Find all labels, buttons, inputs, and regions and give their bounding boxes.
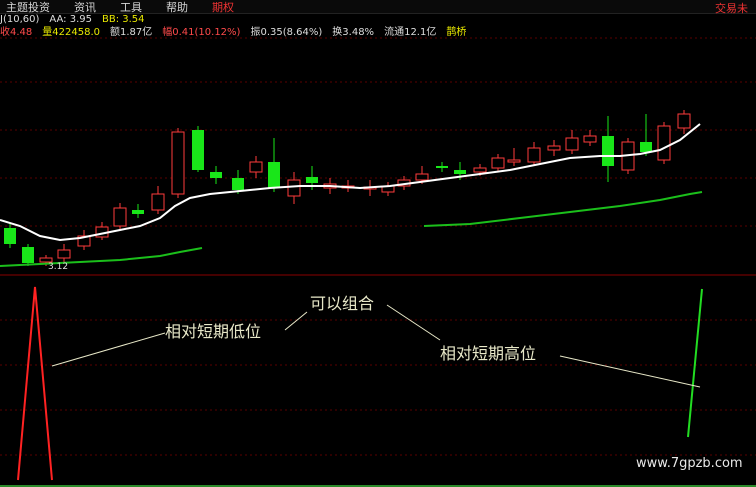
candle-body [547, 145, 561, 151]
candle-body [4, 228, 16, 244]
candle-body [507, 159, 521, 163]
indicator-low-spike [17, 286, 53, 481]
candle-body [306, 177, 318, 183]
candle-body [677, 113, 691, 129]
annotation-combine: 可以组合 [310, 294, 375, 313]
low-price-label: 3.12 [48, 262, 69, 272]
candle-body [473, 167, 487, 173]
candle-body [268, 162, 280, 188]
annotation-low: 相对短期低位 [165, 322, 262, 341]
candle-body [171, 131, 185, 195]
candle-body [192, 130, 204, 170]
candle-body [287, 179, 301, 197]
candle-body [657, 125, 671, 161]
watermark-text: www.7gpzb.com [636, 456, 743, 471]
candle-body [132, 210, 144, 214]
candle-body [232, 178, 244, 190]
candle-body [565, 137, 579, 151]
chart-canvas [0, 37, 756, 481]
indicator-high-spike [687, 288, 703, 438]
candle-body [113, 207, 127, 227]
annotation-high: 相对短期高位 [440, 344, 537, 363]
candle-body [602, 136, 614, 166]
candle-body [527, 147, 541, 163]
candle-body [436, 166, 448, 168]
candle-body [22, 247, 34, 263]
candle-body [415, 173, 429, 181]
pointer-low [51, 332, 166, 367]
candle-body [583, 135, 597, 143]
candle-body [454, 170, 466, 174]
pointer-combine-right [386, 304, 441, 341]
pointer-combine-left [284, 311, 308, 331]
candle-body [491, 157, 505, 169]
candle-body [151, 193, 165, 211]
candle-body [249, 161, 263, 173]
long-ma-line-right [423, 191, 703, 227]
candle-body [640, 142, 652, 152]
candle-body [210, 172, 222, 178]
candle-body [57, 249, 71, 259]
pointer-high [559, 355, 701, 388]
grid-lines [0, 37, 756, 456]
